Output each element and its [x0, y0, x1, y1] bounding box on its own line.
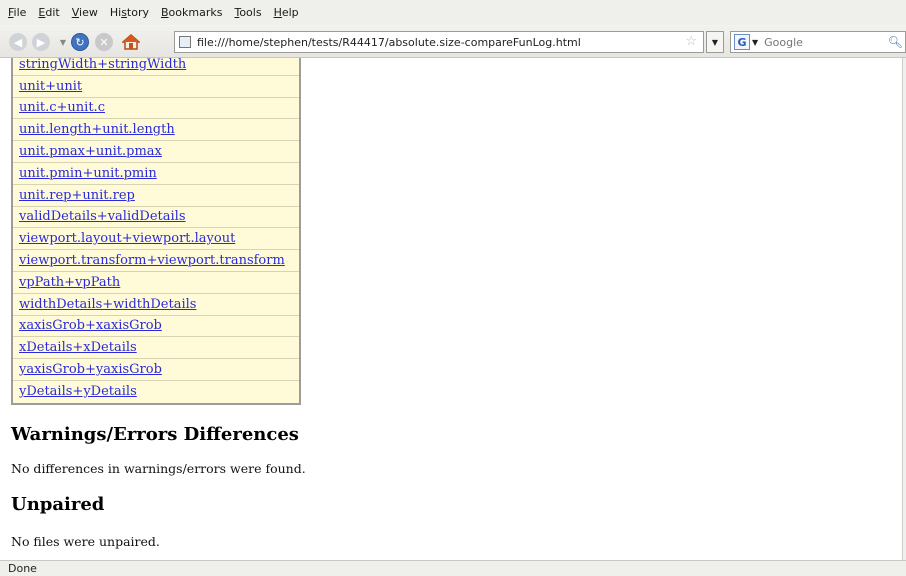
- function-link[interactable]: viewport.layout+viewport.layout: [19, 231, 235, 246]
- stop-icon: ✕: [99, 35, 109, 49]
- search-engine-icon[interactable]: G: [734, 34, 750, 50]
- reload-icon: ↻: [75, 35, 85, 49]
- function-link[interactable]: stringWidth+stringWidth: [19, 58, 186, 72]
- table-row: unit.pmax+unit.pmax: [13, 141, 299, 163]
- menu-help[interactable]: Help: [274, 6, 299, 19]
- function-link[interactable]: unit.pmax+unit.pmax: [19, 144, 162, 159]
- search-input[interactable]: [764, 35, 885, 49]
- function-link-table: stringWidth+stringWidth unit+unit unit.c…: [11, 58, 301, 405]
- page-file-icon: [179, 36, 191, 48]
- function-link[interactable]: unit.rep+unit.rep: [19, 188, 135, 203]
- function-link[interactable]: yaxisGrob+yaxisGrob: [19, 362, 162, 377]
- search-icon[interactable]: 🔍︎: [888, 35, 903, 49]
- chevron-down-icon: ▼: [59, 37, 67, 47]
- menu-view[interactable]: View: [72, 6, 98, 19]
- warnings-heading: Warnings/Errors Differences: [11, 424, 299, 445]
- navigation-toolbar: ◀ ▶ ▼ ↻ ✕ file:///home/stephen/tests/R44…: [0, 25, 906, 58]
- back-arrow-icon: ◀: [13, 35, 23, 49]
- function-link[interactable]: xDetails+xDetails: [19, 340, 137, 355]
- function-link[interactable]: vpPath+vpPath: [19, 275, 120, 290]
- menu-tools[interactable]: Tools: [234, 6, 261, 19]
- table-row: unit.c+unit.c: [13, 98, 299, 120]
- function-link[interactable]: xaxisGrob+xaxisGrob: [19, 318, 162, 333]
- forward-button[interactable]: ▶: [32, 33, 50, 51]
- table-row: unit+unit: [13, 76, 299, 98]
- table-row: unit.length+unit.length: [13, 119, 299, 142]
- table-row: validDetails+validDetails: [13, 207, 299, 229]
- function-link[interactable]: viewport.transform+viewport.transform: [19, 253, 285, 268]
- function-link[interactable]: widthDetails+widthDetails: [19, 297, 196, 312]
- function-link[interactable]: unit.c+unit.c: [19, 100, 105, 115]
- stop-button[interactable]: ✕: [95, 33, 113, 51]
- menu-edit[interactable]: Edit: [38, 6, 59, 19]
- chevron-down-icon[interactable]: ▼: [752, 38, 758, 47]
- status-bar: Done: [0, 560, 906, 576]
- url-bar[interactable]: file:///home/stephen/tests/R44417/absolu…: [174, 31, 704, 53]
- function-link[interactable]: unit.length+unit.length: [19, 122, 175, 137]
- table-row: xaxisGrob+xaxisGrob: [13, 316, 299, 338]
- menu-bar: File Edit View History Bookmarks Tools H…: [0, 0, 906, 25]
- table-row: viewport.transform+viewport.transform: [13, 250, 299, 272]
- home-icon: [122, 34, 140, 50]
- table-row: yaxisGrob+yaxisGrob: [13, 359, 299, 381]
- status-text: Done: [8, 562, 37, 575]
- table-row: yDetails+yDetails: [13, 381, 299, 403]
- menu-bookmarks[interactable]: Bookmarks: [161, 6, 222, 19]
- function-link[interactable]: unit+unit: [19, 79, 82, 94]
- menu-file[interactable]: File: [8, 6, 26, 19]
- function-link[interactable]: validDetails+validDetails: [19, 209, 186, 224]
- table-row: viewport.layout+viewport.layout: [13, 228, 299, 251]
- url-dropdown-button[interactable]: ▼: [706, 31, 724, 53]
- function-link[interactable]: yDetails+yDetails: [19, 384, 137, 399]
- table-row: unit.pmin+unit.pmin: [13, 163, 299, 185]
- menu-history[interactable]: History: [110, 6, 149, 19]
- table-row: vpPath+vpPath: [13, 272, 299, 294]
- history-dropdown-button[interactable]: ▼: [57, 33, 69, 51]
- forward-arrow-icon: ▶: [36, 35, 46, 49]
- back-button[interactable]: ◀: [9, 33, 27, 51]
- reload-button[interactable]: ↻: [71, 33, 89, 51]
- unpaired-text: No files were unpaired.: [11, 534, 160, 549]
- table-row: xDetails+xDetails: [13, 337, 299, 360]
- table-row: widthDetails+widthDetails: [13, 294, 299, 316]
- bookmark-star-icon[interactable]: ☆: [685, 34, 697, 49]
- table-row: unit.rep+unit.rep: [13, 185, 299, 207]
- chevron-down-icon: ▼: [711, 37, 719, 47]
- url-text[interactable]: file:///home/stephen/tests/R44417/absolu…: [197, 36, 581, 49]
- function-link[interactable]: unit.pmin+unit.pmin: [19, 166, 157, 181]
- page-content: stringWidth+stringWidth unit+unit unit.c…: [0, 58, 902, 560]
- table-row: stringWidth+stringWidth: [13, 58, 299, 76]
- vertical-scrollbar[interactable]: [902, 58, 906, 560]
- home-button[interactable]: [121, 33, 141, 51]
- unpaired-heading: Unpaired: [11, 494, 105, 515]
- warnings-text: No differences in warnings/errors were f…: [11, 461, 306, 476]
- search-bar[interactable]: G ▼ 🔍︎: [730, 31, 906, 53]
